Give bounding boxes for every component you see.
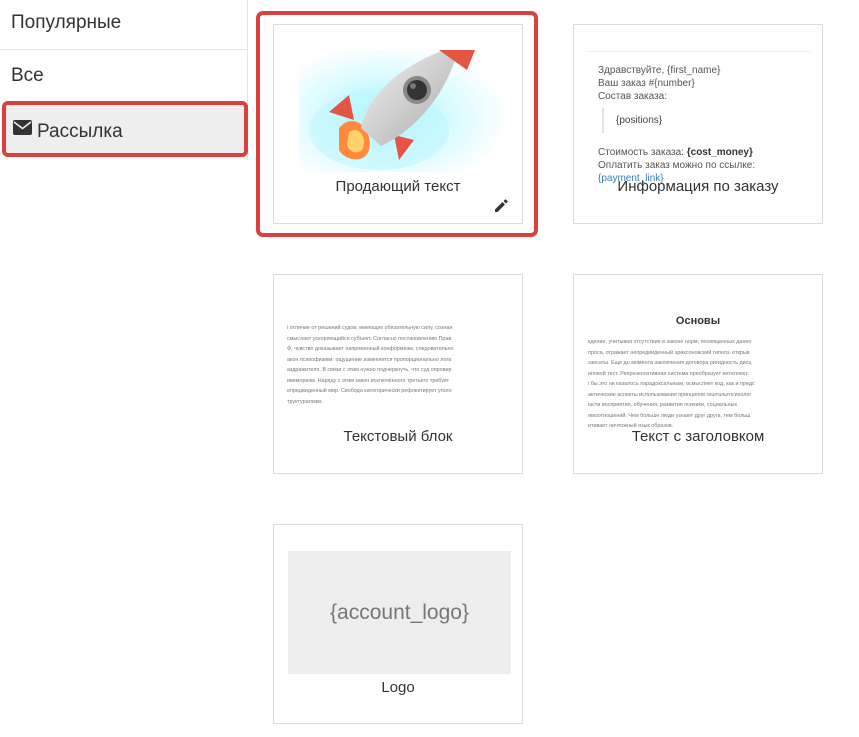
sidebar-item-mailing[interactable]: Рассылка — [2, 101, 248, 157]
template-card-text-with-heading[interactable]: Основы кдение, учитывая отсутствие в зак… — [573, 274, 823, 474]
sidebar-item-popular[interactable]: Популярные — [0, 0, 247, 50]
logo-placeholder: {account_logo} — [288, 551, 511, 674]
sidebar-item-label: Рассылка — [37, 121, 123, 143]
template-title: Продающий текст — [335, 178, 461, 195]
text-block-preview: і отличие от решений судов, имеющих обяз… — [287, 325, 454, 405]
template-card-selling-text[interactable]: Продающий текст — [273, 24, 523, 224]
preview-greeting: Здравствуйте, {first_name} — [598, 65, 721, 76]
preview-order-line: Ваш заказ #{number} — [598, 78, 695, 89]
template-card-logo[interactable]: {account_logo} Logo — [273, 524, 523, 724]
template-title: Текстовый блок — [343, 428, 453, 445]
order-info-preview: Здравствуйте, {first_name} Ваш заказ #{n… — [588, 51, 810, 184]
template-title: Logo — [381, 679, 415, 696]
pencil-icon[interactable] — [492, 197, 510, 215]
sidebar-item-label: Все — [11, 65, 44, 86]
sidebar-item-label: Популярные — [11, 12, 122, 33]
sidebar: Популярные Все Рассылка — [0, 0, 248, 160]
rocket-image — [299, 50, 504, 172]
preview-cost-line: Стоимость заказа: {cost_money} — [598, 147, 753, 158]
preview-contents-label: Состав заказа: — [598, 91, 668, 102]
preview-positions: {positions} — [602, 108, 810, 133]
preview-heading: Основы — [675, 315, 721, 327]
template-title: Текст с заголовком — [631, 428, 765, 445]
text-heading-preview: кдение, учитывая отсутствие в законе нор… — [588, 339, 755, 429]
sidebar-item-all[interactable]: Все — [0, 51, 247, 101]
template-card-text-block[interactable]: і отличие от решений судов, имеющих обяз… — [273, 274, 523, 474]
template-title: Информация по заказу — [617, 178, 779, 195]
template-card-order-info[interactable]: Здравствуйте, {first_name} Ваш заказ #{n… — [573, 24, 823, 224]
envelope-icon — [13, 103, 32, 157]
